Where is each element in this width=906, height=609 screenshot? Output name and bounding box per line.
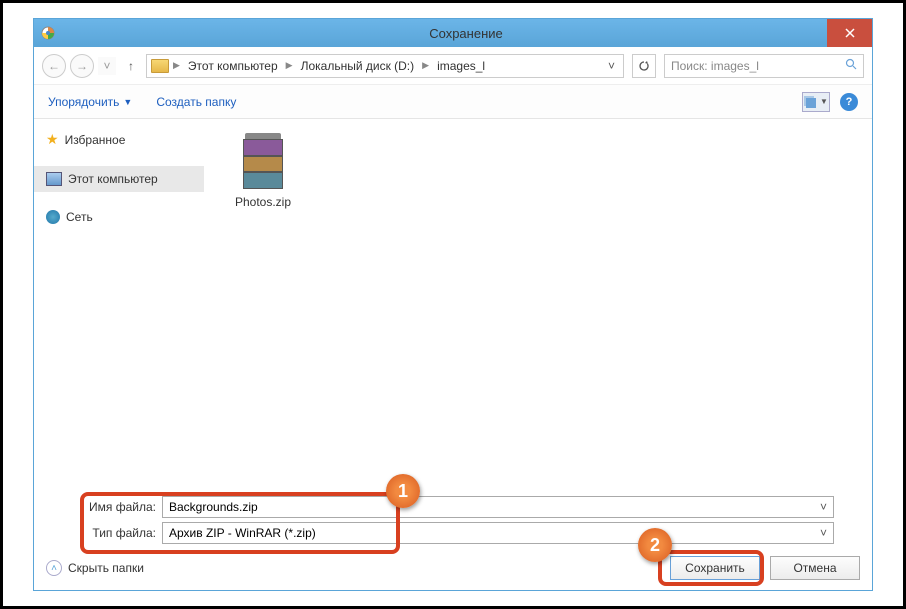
chevron-right-icon: ▶ bbox=[420, 60, 431, 71]
search-input[interactable]: Поиск: images_l bbox=[664, 54, 864, 78]
toolbar: Упорядочить ▼ Создать папку ▼ ? bbox=[34, 85, 872, 119]
up-button[interactable]: ↑ bbox=[120, 55, 142, 77]
organize-button[interactable]: Упорядочить bbox=[48, 95, 119, 109]
dialog-body: ★ Избранное Этот компьютер Сеть bbox=[34, 119, 872, 439]
forward-button[interactable]: → bbox=[70, 54, 94, 78]
archive-icon bbox=[239, 133, 287, 189]
chevron-down-icon[interactable]: ▼ bbox=[123, 97, 132, 107]
chevron-right-icon: ▶ bbox=[171, 60, 182, 71]
refresh-button[interactable] bbox=[632, 54, 656, 78]
chevron-up-icon: ˄ bbox=[46, 560, 62, 576]
cancel-button[interactable]: Отмена bbox=[770, 556, 860, 580]
sidebar-favorites[interactable]: ★ Избранное bbox=[34, 125, 204, 154]
filename-label: Имя файла: bbox=[72, 500, 162, 514]
search-icon bbox=[845, 58, 857, 73]
sidebar-network[interactable]: Сеть bbox=[34, 204, 204, 230]
titlebar: Сохранение bbox=[34, 19, 872, 47]
help-button[interactable]: ? bbox=[840, 93, 858, 111]
breadcrumb-item[interactable]: Этот компьютер bbox=[184, 59, 282, 73]
new-folder-button[interactable]: Создать папку bbox=[156, 95, 236, 109]
app-icon bbox=[40, 25, 56, 41]
hide-folders-label: Скрыть папки bbox=[68, 561, 144, 575]
network-icon bbox=[46, 210, 60, 224]
computer-icon bbox=[46, 172, 62, 186]
breadcrumb-item[interactable]: images_l bbox=[433, 59, 489, 73]
recent-dropdown[interactable]: ˅ bbox=[98, 57, 116, 75]
address-bar[interactable]: ▶ Этот компьютер ▶ Локальный диск (D:) ▶… bbox=[146, 54, 624, 78]
filetype-label: Тип файла: bbox=[72, 526, 162, 540]
close-button[interactable] bbox=[827, 19, 872, 47]
sidebar-label: Этот компьютер bbox=[68, 172, 158, 186]
annotation-badge-1: 1 bbox=[386, 474, 420, 508]
save-dialog: Сохранение ← → ˅ ↑ ▶ Этот компьютер ▶ Ло… bbox=[33, 18, 873, 591]
hide-folders-toggle[interactable]: ˄ Скрыть папки bbox=[46, 560, 144, 576]
nav-row: ← → ˅ ↑ ▶ Этот компьютер ▶ Локальный дис… bbox=[34, 47, 872, 85]
button-row: ˄ Скрыть папки Сохранить Отмена bbox=[46, 556, 860, 580]
file-item[interactable]: Photos.zip bbox=[218, 133, 308, 209]
chevron-right-icon: ▶ bbox=[284, 60, 295, 71]
folder-icon bbox=[151, 59, 169, 73]
window-title: Сохранение bbox=[60, 26, 872, 41]
breadcrumb-item[interactable]: Локальный диск (D:) bbox=[297, 59, 419, 73]
annotation-badge-2: 2 bbox=[638, 528, 672, 562]
sidebar: ★ Избранное Этот компьютер Сеть bbox=[34, 119, 204, 439]
back-button[interactable]: ← bbox=[42, 54, 66, 78]
sidebar-label: Сеть bbox=[66, 210, 93, 224]
search-placeholder: Поиск: images_l bbox=[671, 59, 759, 73]
sidebar-this-pc[interactable]: Этот компьютер bbox=[34, 166, 204, 192]
star-icon: ★ bbox=[46, 131, 59, 148]
input-area: Имя файла: Backgrounds.zip Тип файла: Ар… bbox=[42, 496, 864, 548]
sidebar-label: Избранное bbox=[65, 133, 126, 147]
filename-input[interactable]: Backgrounds.zip bbox=[162, 496, 834, 518]
filetype-select[interactable]: Архив ZIP - WinRAR (*.zip) bbox=[162, 522, 834, 544]
address-dropdown[interactable]: ˅ bbox=[604, 59, 619, 73]
view-options-button[interactable]: ▼ bbox=[802, 92, 830, 112]
file-pane[interactable]: Photos.zip bbox=[204, 119, 872, 439]
file-label: Photos.zip bbox=[218, 195, 308, 209]
save-button[interactable]: Сохранить bbox=[670, 556, 760, 580]
